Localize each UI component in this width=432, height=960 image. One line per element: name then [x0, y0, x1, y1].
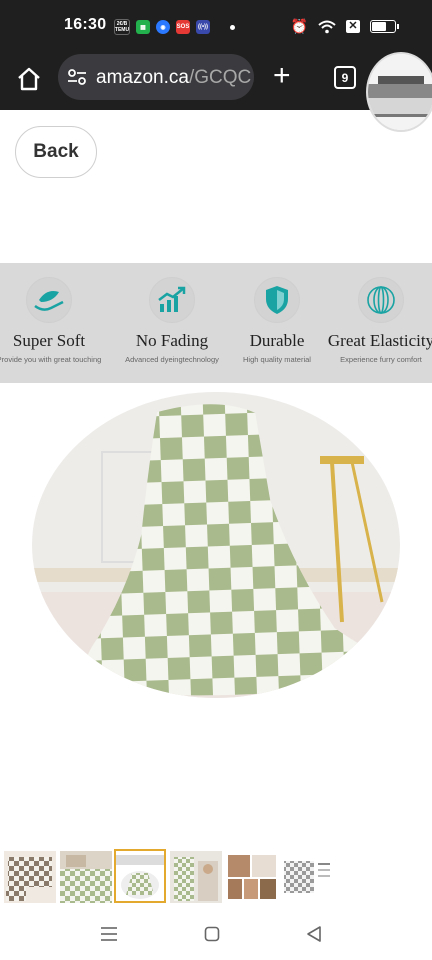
notification-dot-icon — [230, 24, 235, 30]
thumbnail-4[interactable] — [170, 851, 222, 903]
product-image[interactable] — [32, 392, 400, 698]
feature-super-soft: Super Soft Provide you with great touchi… — [0, 277, 103, 364]
pip-video-bubble[interactable] — [366, 52, 432, 132]
feature-subtitle: High quality material — [243, 355, 311, 364]
green-app-icon: ▦ — [136, 20, 150, 34]
feature-title: Durable — [249, 331, 305, 350]
url-bar[interactable]: amazon.ca/GCQC — [58, 54, 254, 100]
trend-chart-icon — [149, 277, 195, 323]
hand-leaf-icon — [26, 277, 72, 323]
system-nav-bar — [0, 912, 432, 960]
status-bar: 16:30 2€/B TEMU ▦ ◉ SOS ((•)) ⏰ ✕ — [0, 0, 432, 52]
battery-icon — [370, 20, 399, 33]
thumbnail-3[interactable] — [114, 849, 166, 903]
url-text[interactable]: amazon.ca/GCQC — [96, 67, 251, 89]
thumbnail-strip — [4, 849, 432, 907]
sos-app-icon: SOS — [176, 20, 190, 34]
feature-no-fading: No Fading Advanced dyeingtechnology — [118, 277, 226, 364]
url-path: /GCQC — [188, 67, 252, 88]
alarm-icon: ⏰ — [290, 18, 308, 34]
features-banner: Super Soft Provide you with great touchi… — [0, 263, 432, 383]
back-triangle-icon[interactable] — [306, 925, 322, 943]
new-tab-icon[interactable]: + — [273, 61, 291, 91]
home-icon[interactable] — [14, 64, 44, 94]
feature-title: Super Soft — [12, 331, 86, 350]
wifi-icon — [318, 20, 336, 33]
tab-switcher-button[interactable]: 9 — [334, 66, 356, 89]
thumbnail-5[interactable] — [226, 851, 278, 903]
feature-title: Great Elasticity — [327, 331, 432, 350]
thumbnail-2[interactable] — [60, 851, 112, 903]
feature-subtitle: Advanced dyeingtechnology — [125, 355, 219, 364]
feature-subtitle: Provide you with great touching — [0, 355, 102, 364]
back-button[interactable]: Back — [15, 126, 97, 178]
shield-icon — [254, 277, 300, 323]
home-square-icon[interactable] — [204, 926, 220, 942]
temu-app-icon: 2€/B TEMU — [114, 19, 130, 35]
feature-title: No Fading — [135, 331, 209, 350]
no-sim-icon: ✕ — [346, 20, 360, 33]
thumbnail-6[interactable] — [282, 851, 334, 903]
menu-icon[interactable] — [100, 926, 118, 942]
feature-durable: Durable High quality material — [223, 277, 331, 364]
site-settings-icon[interactable] — [67, 67, 87, 87]
elastic-circle-icon — [358, 277, 404, 323]
status-time: 16:30 — [64, 16, 107, 33]
url-host: amazon.ca — [96, 67, 189, 88]
feature-subtitle: Experience furry comfort — [340, 355, 422, 364]
radio-app-icon: ((•)) — [196, 20, 210, 34]
blue-app-icon: ◉ — [156, 20, 170, 34]
thumbnail-1[interactable] — [4, 851, 56, 903]
status-system-icons: ⏰ ✕ — [290, 18, 399, 35]
feature-great-elasticity: Great Elasticity Experience furry comfor… — [327, 277, 432, 364]
status-app-icons: 2€/B TEMU ▦ ◉ SOS ((•)) — [114, 19, 235, 35]
